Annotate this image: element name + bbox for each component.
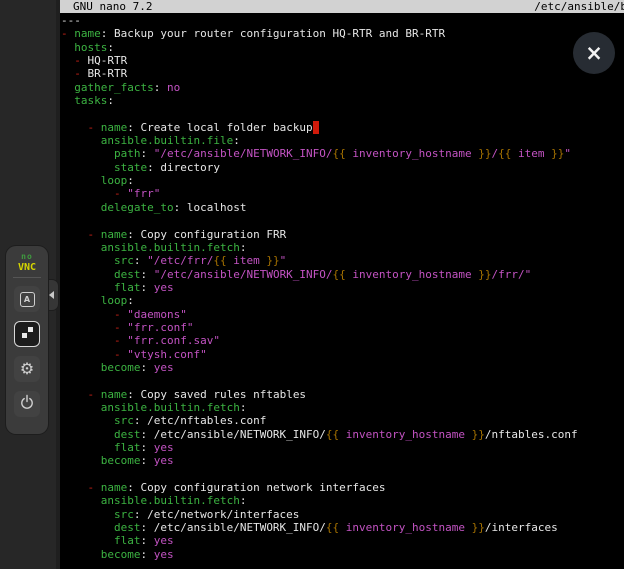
terminal-line: - BR-RTR [61, 67, 624, 80]
control-bar-divider [13, 277, 41, 278]
terminal-line: gather_facts: no [61, 81, 624, 94]
nano-file-path: /etc/ansible/b [534, 0, 624, 13]
novnc-logo-vnc: VNC [18, 262, 36, 273]
terminal-line: hosts: [61, 41, 624, 54]
terminal-line: state: directory [61, 161, 624, 174]
terminal-line: - "frr.conf" [61, 321, 624, 334]
terminal-line: src: /etc/network/interfaces [61, 508, 624, 521]
terminal-line: tasks: [61, 94, 624, 107]
terminal-line: src: "/etc/frr/{{ item }}" [61, 254, 624, 267]
terminal-line [61, 374, 624, 387]
terminal-line: - "daemons" [61, 308, 624, 321]
terminal-line: dest: /etc/ansible/NETWORK_INFO/{{ inven… [61, 521, 624, 534]
terminal-line: - HQ-RTR [61, 54, 624, 67]
terminal-line: - "frr" [61, 187, 624, 200]
terminal-line: dest: /etc/ansible/NETWORK_INFO/{{ inven… [61, 428, 624, 441]
terminal-line: flat: yes [61, 281, 624, 294]
power-button[interactable] [14, 391, 40, 417]
terminal-line: delegate_to: localhost [61, 201, 624, 214]
terminal-line: ansible.builtin.fetch: [61, 494, 624, 507]
terminal-line [61, 214, 624, 227]
text-cursor [313, 121, 320, 134]
nano-titlebar: GNU nano 7.2 /etc/ansible/b [60, 0, 624, 13]
terminal-line: - name: Backup your router configuration… [61, 27, 624, 40]
terminal-line: ansible.builtin.file: [61, 134, 624, 147]
novnc-control-bar: no VNC A ⚙ [6, 246, 48, 434]
terminal-line: loop: [61, 174, 624, 187]
terminal-line: - name: Copy configuration FRR [61, 228, 624, 241]
terminal-line: src: /etc/nftables.conf [61, 414, 624, 427]
clipboard-button[interactable]: A [14, 286, 40, 312]
clipboard-a-icon: A [20, 292, 35, 307]
terminal-line: - name: Copy configuration network inter… [61, 481, 624, 494]
terminal-line: - "vtysh.conf" [61, 348, 624, 361]
terminal-line: flat: yes [61, 534, 624, 547]
fullscreen-icon [20, 325, 35, 344]
terminal-line: flat: yes [61, 441, 624, 454]
terminal-window: GNU nano 7.2 /etc/ansible/b ---- name: B… [60, 0, 624, 569]
collapse-arrow-icon [49, 291, 54, 299]
novnc-sidebar: no VNC A ⚙ [0, 0, 60, 569]
terminal-line: --- [61, 14, 624, 27]
close-icon: × [585, 43, 603, 64]
terminal-line: become: yes [61, 361, 624, 374]
terminal-line: - "frr.conf.sav" [61, 334, 624, 347]
power-icon [19, 394, 35, 414]
novnc-logo: no VNC [18, 246, 36, 273]
settings-button[interactable]: ⚙ [14, 356, 40, 382]
editor-content[interactable]: ---- name: Backup your router configurat… [61, 14, 624, 569]
terminal-line: - name: Copy saved rules nftables [61, 388, 624, 401]
close-button[interactable]: × [573, 32, 615, 74]
terminal-line: ansible.builtin.fetch: [61, 401, 624, 414]
terminal-line: ansible.builtin.fetch: [61, 241, 624, 254]
terminal-line: become: yes [61, 454, 624, 467]
terminal-line [61, 107, 624, 120]
terminal-line: dest: "/etc/ansible/NETWORK_INFO/{{ inve… [61, 268, 624, 281]
gear-icon: ⚙ [20, 361, 34, 377]
terminal-line: - name: Create local folder backup [61, 121, 624, 134]
terminal-line: become: yes [61, 548, 624, 561]
fullscreen-button[interactable] [14, 321, 40, 347]
terminal-line: path: "/etc/ansible/NETWORK_INFO/{{ inve… [61, 147, 624, 160]
terminal-line: loop: [61, 294, 624, 307]
novnc-logo-no: no [18, 251, 36, 262]
terminal-line [61, 468, 624, 481]
nano-app-title: GNU nano 7.2 [73, 0, 152, 13]
